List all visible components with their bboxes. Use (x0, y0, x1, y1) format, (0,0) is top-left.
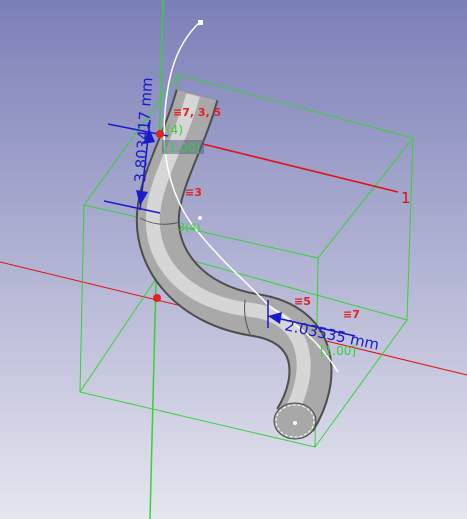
constraint-marker-icon[interactable] (153, 294, 161, 302)
constraint-label-1: ≡7, 3, 5 (173, 106, 221, 119)
constraint-label-3: ≡5 (294, 295, 311, 308)
point-index-label: (4) (166, 123, 183, 137)
point-index-label-2: 3(4) (178, 221, 201, 234)
control-point-icon[interactable] (198, 216, 202, 220)
control-point-icon[interactable] (293, 421, 297, 425)
control-point-icon[interactable] (198, 20, 203, 25)
constraint-label-2: ≡3 (185, 186, 202, 199)
constraint-label-4: ≡7 (343, 308, 360, 321)
weight-label-2: [1.00] (320, 344, 356, 358)
scene-canvas[interactable]: 1 3.803417 mm 2.03535 mm ≡7, 3, 5 ≡3 ≡5 … (0, 0, 467, 519)
axis-label: 1 (401, 189, 411, 207)
weight-label-1: [1.00] (164, 141, 200, 155)
constraint-marker-icon[interactable] (156, 130, 164, 138)
3d-viewport[interactable]: 1 3.803417 mm 2.03535 mm ≡7, 3, 5 ≡3 ≡5 … (0, 0, 467, 519)
viewport-background (0, 0, 467, 519)
